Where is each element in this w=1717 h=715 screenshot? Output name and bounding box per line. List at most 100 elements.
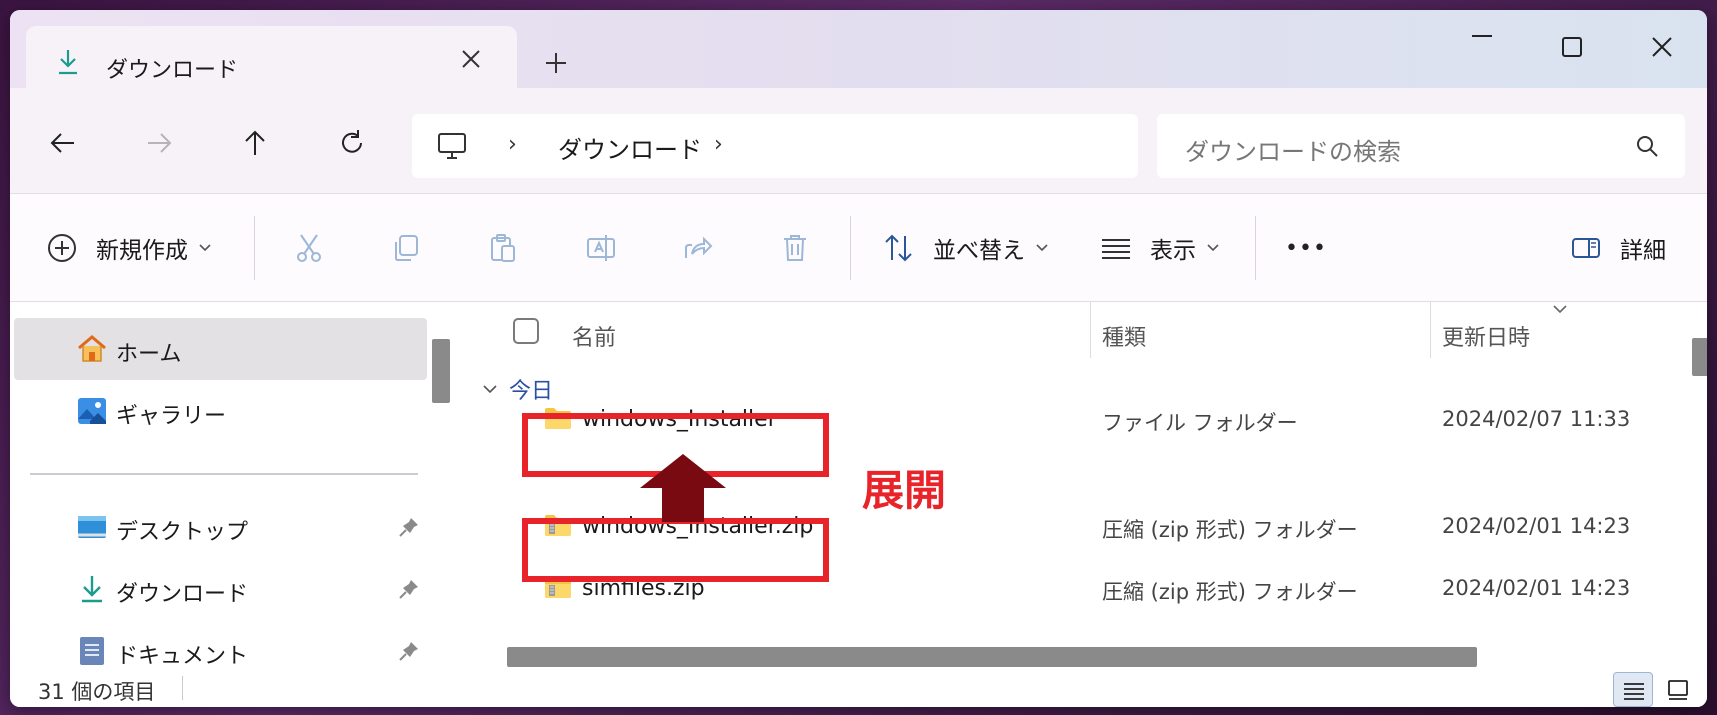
paste-icon — [491, 234, 515, 262]
file-type: 圧縮 (zip 形式) フォルダー — [1102, 580, 1358, 604]
file-date: 2024/02/01 14:23 — [1442, 514, 1631, 538]
minimize-icon[interactable] — [1467, 32, 1497, 62]
large-icons-view-button[interactable] — [1658, 672, 1698, 707]
command-bar: 新規作成 並べ替え 表示 ••• 詳細 — [10, 193, 1707, 302]
search-placeholder[interactable]: ダウンロードの検索 — [1185, 132, 1401, 167]
tab-title: ダウンロード — [106, 58, 239, 83]
file-date: 2024/02/07 11:33 — [1442, 407, 1631, 431]
nav-item-home[interactable]: ホーム — [14, 318, 427, 380]
navigation-pane: ホーム ギャラリー デスクトップ ダウンロード ドキュメント — [10, 302, 454, 672]
toolbar-divider — [254, 216, 255, 280]
details-label: 詳細 — [1620, 238, 1666, 264]
toolbar-divider — [850, 216, 851, 280]
copy-icon — [395, 235, 418, 261]
address-row: › ダウンロード › ダウンロードの検索 — [10, 88, 1707, 193]
search-icon[interactable] — [1635, 134, 1659, 158]
nav-scrollbar-thumb[interactable] — [432, 339, 450, 403]
new-button[interactable]: 新規作成 — [46, 230, 212, 266]
desktop-icon — [78, 516, 106, 538]
nav-item-label: ギャラリー — [116, 404, 227, 429]
nav-item-label: ダウンロード — [116, 582, 249, 607]
pin-icon[interactable] — [398, 516, 420, 538]
maximize-icon[interactable] — [1557, 32, 1587, 62]
nav-item-label: ドキュメント — [116, 644, 249, 669]
file-list: 名前 種類 更新日時 今日 windows_Installer ファイル フォル… — [457, 302, 1682, 672]
file-date: 2024/02/01 14:23 — [1442, 576, 1631, 600]
tab-strip: ダウンロード — [10, 10, 1707, 90]
column-divider[interactable] — [1090, 302, 1091, 358]
up-arrow-icon — [640, 454, 726, 522]
more-button[interactable]: ••• — [1285, 230, 1327, 266]
vertical-scrollbar-thumb[interactable] — [1692, 338, 1707, 376]
select-all-checkbox[interactable] — [513, 318, 539, 344]
forward-icon[interactable] — [144, 128, 174, 158]
close-tab-icon[interactable] — [458, 46, 484, 72]
new-tab-icon[interactable] — [543, 50, 569, 76]
file-type: 圧縮 (zip 形式) フォルダー — [1102, 518, 1358, 542]
scissors-icon — [297, 234, 321, 262]
column-header-row: 名前 種類 更新日時 — [457, 302, 1682, 360]
copy-button[interactable] — [390, 230, 422, 266]
rename-button[interactable] — [585, 230, 617, 266]
details-pane-icon — [1572, 238, 1600, 258]
explorer-window: ダウンロード › ダウンロード › ダウンロードの検索 新規作成 並べ替え 表示… — [10, 10, 1707, 707]
nav-item-desktop[interactable]: デスクトップ — [14, 496, 427, 558]
chevron-down-icon — [1207, 244, 1219, 252]
nav-item-label: ホーム — [116, 342, 182, 367]
rename-icon — [587, 235, 615, 261]
breadcrumb-separator-end[interactable]: › — [714, 132, 723, 157]
cut-button[interactable] — [293, 230, 325, 266]
tab-downloads[interactable]: ダウンロード — [26, 26, 517, 90]
column-header-name[interactable]: 名前 — [572, 320, 616, 352]
close-window-icon[interactable] — [1647, 32, 1677, 62]
view-label: 表示 — [1150, 238, 1196, 264]
pin-icon[interactable] — [398, 578, 420, 600]
more-icon: ••• — [1285, 235, 1327, 261]
nav-item-gallery[interactable]: ギャラリー — [14, 380, 427, 442]
status-divider — [182, 676, 183, 700]
view-button[interactable]: 表示 — [1100, 230, 1220, 266]
column-header-type[interactable]: 種類 — [1102, 320, 1146, 352]
delete-button[interactable] — [779, 230, 811, 266]
search-box[interactable]: ダウンロードの検索 — [1157, 114, 1685, 178]
back-icon[interactable] — [48, 128, 78, 158]
paste-button[interactable] — [487, 230, 519, 266]
details-view-button[interactable] — [1613, 672, 1653, 707]
status-bar: 31 個の項目 — [10, 672, 1707, 707]
toolbar-divider — [1255, 216, 1256, 280]
nav-item-downloads[interactable]: ダウンロード — [14, 558, 427, 620]
up-icon[interactable] — [240, 128, 270, 158]
gallery-icon — [78, 398, 106, 424]
share-button[interactable] — [682, 230, 714, 266]
chevron-down-icon — [199, 244, 211, 252]
details-pane-button[interactable]: 詳細 — [1570, 230, 1666, 266]
sort-icon — [885, 234, 912, 262]
horizontal-scrollbar-thumb[interactable] — [507, 647, 1477, 667]
large-icons-view-icon — [1668, 680, 1688, 700]
sort-label: 並べ替え — [933, 238, 1025, 264]
share-icon — [685, 236, 713, 258]
new-label: 新規作成 — [96, 238, 188, 264]
nav-item-documents[interactable]: ドキュメント — [14, 620, 427, 672]
trash-icon — [784, 235, 806, 261]
column-divider[interactable] — [1430, 302, 1431, 358]
annotation-label: 展開 — [862, 466, 947, 515]
sort-button[interactable]: 並べ替え — [883, 230, 1049, 266]
breadcrumb-downloads[interactable]: ダウンロード — [558, 130, 702, 165]
refresh-icon[interactable] — [337, 128, 367, 158]
plus-circle-icon — [48, 234, 76, 262]
home-icon — [78, 335, 106, 362]
documents-icon — [80, 637, 104, 665]
address-bar[interactable]: › ダウンロード › — [412, 114, 1138, 178]
chevron-down-icon — [1036, 244, 1048, 252]
pin-icon[interactable] — [398, 640, 420, 662]
column-header-modified[interactable]: 更新日時 — [1442, 320, 1530, 352]
item-count: 31 個の項目 — [38, 680, 156, 704]
sort-indicator-icon — [1553, 305, 1567, 314]
download-icon — [59, 50, 77, 75]
breadcrumb-separator[interactable]: › — [508, 132, 517, 157]
nav-divider — [30, 473, 418, 475]
details-view-icon — [1624, 683, 1644, 700]
highlight-box-zip — [522, 518, 829, 582]
this-pc-icon[interactable] — [436, 130, 468, 162]
